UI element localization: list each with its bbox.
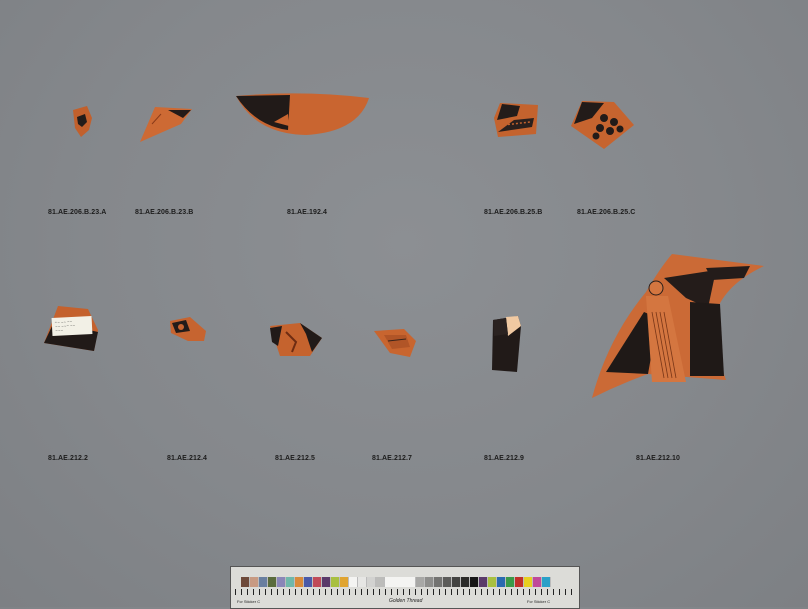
specimen-label-i: 81.AE.212.7 [372, 455, 413, 462]
specimen-label-f: 81.AE.212.2 [48, 455, 89, 462]
fragment-81-ae-206-b-25-c [571, 101, 634, 149]
fragment-tag-note: ≈ ∼ ∼∼ ∼∼ ∼∼ ∼∼∼ ∼∼ ∼∼∼ [54, 319, 76, 333]
fragment-81-ae-206-b-23-a [73, 106, 92, 137]
color-swatches [241, 577, 551, 587]
specimen-label-j: 81.AE.212.9 [484, 455, 525, 462]
specimen-label-h: 81.AE.212.5 [275, 455, 316, 462]
fragment-81-ae-212-7 [374, 329, 416, 357]
specimen-label-g: 81.AE.212.4 [167, 455, 208, 462]
fragment-81-ae-206-b-25-b [494, 103, 538, 137]
color-bar-brand: Golden Thread [389, 598, 423, 604]
color-calibration-bar: Fcr Sticker C Golden Thread Fcr Sticker … [230, 566, 580, 609]
specimen-label-a: 81.AE.206.B.23.A [48, 209, 107, 216]
color-bar-right-text: Fcr Sticker C [527, 599, 551, 604]
fragment-81-ae-206-b-23-b [140, 107, 192, 142]
fragment-81-ae-212-9 [492, 316, 521, 372]
specimen-label-d: 81.AE.206.B.25.B [484, 209, 543, 216]
fragment-81-ae-212-4 [170, 317, 206, 341]
color-bar-left-text: Fcr Sticker C [237, 599, 261, 604]
fragment-81-ae-212-5 [270, 323, 322, 356]
specimen-label-b: 81.AE.206.B.23.B [135, 209, 194, 216]
fragment-81-ae-192-4 [236, 93, 369, 135]
color-bar-ruler [235, 589, 573, 595]
specimen-label-k: 81.AE.212.10 [636, 455, 681, 462]
fragment-81-ae-212-10 [592, 254, 764, 398]
specimen-label-c: 81.AE.192.4 [287, 209, 328, 216]
specimen-label-e: 81.AE.206.B.25.C [577, 209, 636, 216]
